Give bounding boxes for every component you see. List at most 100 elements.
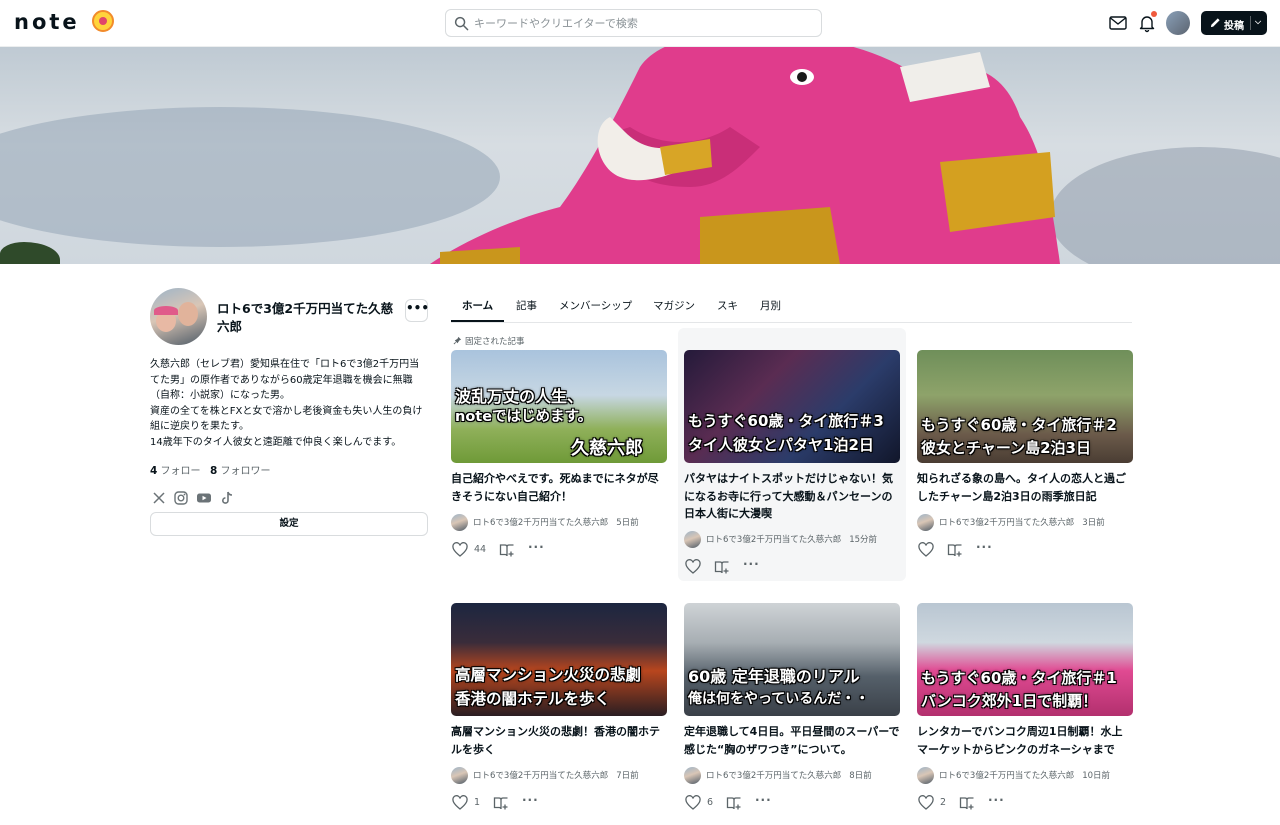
article-thumbnail[interactable]: 高層マンション火災の悲劇 香港の闇ホテルを歩く bbox=[451, 603, 667, 716]
youtube-icon[interactable] bbox=[196, 490, 212, 506]
chevron-down-icon[interactable]: ⌵ bbox=[1255, 17, 1261, 27]
x-icon[interactable] bbox=[151, 490, 167, 506]
article-title[interactable]: レンタカーでバンコク周辺1日制覇！水上マーケットからピンクのガネーシャまで bbox=[917, 723, 1133, 758]
author-avatar[interactable] bbox=[917, 767, 934, 784]
profile-name[interactable]: ロト6で3億2千万円当てた久慈六郎 bbox=[217, 300, 402, 336]
magazine-add-icon[interactable] bbox=[947, 542, 963, 558]
pinned-text: 固定された記事 bbox=[465, 337, 525, 347]
heart-icon[interactable] bbox=[918, 542, 934, 558]
magazine-add-icon[interactable] bbox=[726, 795, 742, 811]
article-actions: 2 ··· bbox=[918, 793, 1018, 811]
post-button[interactable]: 投稿 ⌵ bbox=[1201, 11, 1267, 35]
profile-avatar[interactable] bbox=[150, 288, 207, 345]
thumbnail-caption: 60歳 定年退職のリアル bbox=[688, 667, 860, 686]
heart-icon[interactable] bbox=[452, 795, 468, 811]
heart-icon[interactable] bbox=[685, 795, 701, 811]
post-time: 3日前 bbox=[1082, 518, 1105, 528]
magazine-add-icon[interactable] bbox=[499, 542, 515, 558]
thumbnail-caption: 香港の闇ホテルを歩く bbox=[455, 690, 611, 708]
thumbnail-caption: 波乱万丈の人生、 bbox=[455, 387, 584, 406]
tab-likes[interactable]: スキ bbox=[717, 298, 738, 313]
mail-icon[interactable] bbox=[1108, 13, 1128, 33]
article-title[interactable]: 知られざる象の島へ。タイ人の恋人と過ごしたチャーン島2泊3日の雨季旅日記 bbox=[917, 470, 1133, 505]
article-thumbnail[interactable]: もうすぐ60歳・タイ旅行＃1 バンコク郊外1日で制覇！ bbox=[917, 603, 1133, 716]
notification-dot bbox=[1151, 11, 1157, 17]
tab-magazine[interactable]: マガジン bbox=[653, 298, 695, 313]
bio-line: てた男」の原作者でありながら60歳定年退職を機会に無職 bbox=[150, 374, 413, 386]
article-actions: ··· bbox=[685, 557, 785, 575]
tab-monthly[interactable]: 月別 bbox=[760, 298, 781, 313]
article-thumbnail[interactable]: もうすぐ60歳・タイ旅行＃3 タイ人彼女とパタヤ1泊2日 bbox=[684, 350, 900, 463]
magazine-add-icon[interactable] bbox=[714, 559, 730, 575]
article-thumbnail[interactable]: 60歳 定年退職のリアル 俺は何をやっているんだ・・ bbox=[684, 603, 900, 716]
author-name[interactable]: ロト6で3億2千万円当てた久慈六郎 bbox=[939, 771, 1074, 781]
like-count: 1 bbox=[474, 797, 481, 808]
thumbnail-caption: 彼女とチャーン島2泊3日 bbox=[921, 439, 1091, 457]
author-name[interactable]: ロト6で3億2千万円当てた久慈六郎 bbox=[473, 518, 608, 528]
tiktok-icon[interactable] bbox=[219, 490, 235, 506]
heart-icon[interactable] bbox=[918, 795, 934, 811]
active-tab-indicator bbox=[451, 320, 504, 322]
note-logo[interactable]: note bbox=[14, 10, 80, 34]
follower-label: フォロワー bbox=[220, 466, 271, 477]
bio-line: 資産の全てを株とFXと女で溶かし老後資金も失い人生の負け bbox=[150, 405, 423, 417]
article-title[interactable]: 自己紹介やべえです。死ぬまでにネタが尽きそうにない自己紹介！ bbox=[451, 470, 667, 505]
magazine-add-icon[interactable] bbox=[493, 795, 509, 811]
author-avatar[interactable] bbox=[684, 767, 701, 784]
thumbnail-caption: もうすぐ60歳・タイ旅行＃3 bbox=[688, 412, 884, 430]
logo-mascot-icon bbox=[92, 10, 114, 32]
profile-more-button[interactable]: ••• bbox=[405, 299, 429, 322]
tab-articles[interactable]: 記事 bbox=[516, 298, 537, 313]
tab-home[interactable]: ホーム bbox=[462, 298, 493, 313]
like-count: 44 bbox=[474, 544, 487, 555]
more-options-button[interactable]: ··· bbox=[743, 557, 760, 571]
article-thumbnail[interactable]: 波乱万丈の人生、 noteではじめます。 久慈六郎 bbox=[451, 350, 667, 463]
author-avatar[interactable] bbox=[451, 514, 468, 531]
more-options-button[interactable]: ··· bbox=[755, 793, 772, 807]
author-avatar[interactable] bbox=[917, 514, 934, 531]
follow-link[interactable]: 4 フォロー bbox=[150, 465, 201, 477]
author-name[interactable]: ロト6で3億2千万円当てた久慈六郎 bbox=[473, 771, 608, 781]
avatar-face bbox=[178, 302, 198, 326]
profile-tabs: ホーム 記事 メンバーシップ マガジン スキ 月別 bbox=[451, 290, 1132, 323]
author-name[interactable]: ロト6で3億2千万円当てた久慈六郎 bbox=[706, 771, 841, 781]
like-count: 6 bbox=[707, 797, 714, 808]
author-avatar[interactable] bbox=[684, 531, 701, 548]
heart-icon[interactable] bbox=[685, 559, 701, 575]
top-header: note 投稿 ⌵ bbox=[0, 0, 1280, 47]
post-button-label: 投稿 bbox=[1224, 21, 1244, 32]
pencil-icon bbox=[1210, 18, 1220, 28]
header-banner-image bbox=[0, 47, 1280, 264]
article-meta: ロト6で3億2千万円当てた久慈六郎 10日前 bbox=[917, 767, 1110, 784]
more-options-button[interactable]: ··· bbox=[522, 793, 539, 807]
author-name[interactable]: ロト6で3億2千万円当てた久慈六郎 bbox=[939, 518, 1074, 528]
author-name[interactable]: ロト6で3億2千万円当てた久慈六郎 bbox=[706, 535, 841, 545]
instagram-icon[interactable] bbox=[173, 490, 189, 506]
post-time: 15分前 bbox=[849, 535, 878, 545]
article-actions: 44 ··· bbox=[452, 540, 552, 558]
like-count: 2 bbox=[940, 797, 947, 808]
more-options-button[interactable]: ··· bbox=[528, 540, 545, 554]
pink-ganesha-statue bbox=[430, 47, 1060, 264]
user-avatar[interactable] bbox=[1166, 11, 1190, 35]
follower-link[interactable]: 8 フォロワー bbox=[210, 465, 271, 477]
follower-count: 8 bbox=[210, 465, 218, 477]
pinned-label: 固定された記事 bbox=[453, 335, 525, 347]
search-box[interactable] bbox=[445, 9, 822, 37]
post-time: 7日前 bbox=[616, 771, 639, 781]
bio-line: 久慈六郎（セレブ君）愛知県在住で「ロト6で3億2千万円当 bbox=[150, 359, 420, 370]
search-input[interactable] bbox=[474, 14, 804, 32]
article-thumbnail[interactable]: もうすぐ60歳・タイ旅行＃2 彼女とチャーン島2泊3日 bbox=[917, 350, 1133, 463]
author-avatar[interactable] bbox=[451, 767, 468, 784]
article-title[interactable]: 高層マンション火災の悲劇！香港の闇ホテルを歩く bbox=[451, 723, 667, 758]
tab-membership[interactable]: メンバーシップ bbox=[559, 298, 632, 313]
article-title[interactable]: パタヤはナイトスポットだけじゃない！気になるお寺に行って大感動＆パンセーンの日本… bbox=[684, 470, 900, 523]
more-options-button[interactable]: ··· bbox=[976, 540, 993, 554]
more-options-button[interactable]: ··· bbox=[988, 793, 1005, 807]
heart-icon[interactable] bbox=[452, 542, 468, 558]
post-button-divider bbox=[1250, 16, 1251, 30]
article-title[interactable]: 定年退職して4日目。平日昼間のスーパーで感じた“胸のザワつき”について。 bbox=[684, 723, 900, 758]
search-icon bbox=[454, 16, 469, 31]
settings-button[interactable]: 設定 bbox=[150, 512, 428, 536]
magazine-add-icon[interactable] bbox=[959, 795, 975, 811]
